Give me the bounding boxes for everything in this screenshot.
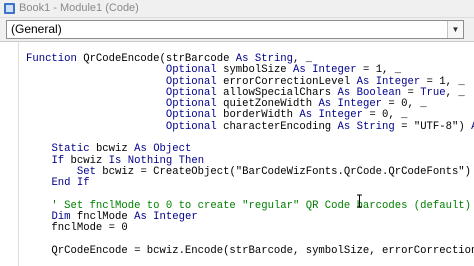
- code-text-segment: fnclMode: [70, 211, 135, 224]
- code-keyword: Set: [76, 165, 96, 178]
- window-titlebar: Book1 - Module1 (Code): [0, 0, 474, 18]
- code-keyword: Integer: [153, 211, 198, 224]
- code-keyword: As: [337, 120, 351, 133]
- code-keyword: Integer: [312, 64, 357, 77]
- code-keyword: End: [51, 177, 71, 190]
- code-keyword: Boolean: [356, 86, 402, 99]
- code-text-segment: =: [401, 86, 421, 99]
- code-keyword: String: [356, 120, 395, 133]
- code-keyword: If: [51, 154, 65, 167]
- code-keyword: Optional: [165, 98, 217, 111]
- code-text-segment: , _: [445, 86, 465, 99]
- code-text-segment: = 0, _: [362, 109, 408, 122]
- code-text-segment: [26, 87, 166, 99]
- code-keyword: Nothing: [127, 154, 173, 167]
- code-line[interactable]: fnclMode = 0: [26, 223, 474, 234]
- code-comment: ' Set fnclMode to 0 to create "regular" …: [26, 199, 472, 212]
- code-text-segment: [26, 64, 166, 76]
- code-text-segment: fnclMode = 0: [26, 222, 128, 235]
- object-combobox-value: (General): [11, 22, 62, 36]
- code-text-segment: quietZoneWidth: [216, 98, 319, 111]
- code-text-segment: allowSpecialChars: [216, 86, 338, 99]
- code-keyword: As: [134, 211, 147, 224]
- code-keyword: Integer: [337, 98, 383, 111]
- code-keyword: True: [420, 86, 446, 99]
- code-text-segment: = 1, _: [420, 75, 465, 88]
- code-text-segment: [26, 121, 166, 133]
- code-keyword: Optional: [165, 75, 217, 88]
- code-line[interactable]: QrCodeEncode = bcwiz.Encode(strBarcode, …: [26, 245, 474, 258]
- code-keyword: As: [293, 64, 306, 77]
- code-text-segment: [26, 76, 166, 88]
- code-keyword: As: [134, 143, 147, 156]
- code-text-segment: [26, 155, 51, 167]
- code-editor[interactable]: Function QrCodeEncode(strBarcode As Stri…: [0, 42, 474, 266]
- code-text[interactable]: Function QrCodeEncode(strBarcode As Stri…: [26, 53, 474, 258]
- code-text-segment: [26, 166, 77, 178]
- code-keyword: Dim: [51, 211, 71, 224]
- code-text-segment: = 1, _: [356, 64, 402, 77]
- code-keyword: Is: [108, 154, 122, 167]
- code-keyword: As: [299, 109, 313, 122]
- code-keyword: As: [235, 53, 249, 65]
- object-combobox[interactable]: (General) ▼: [6, 20, 464, 39]
- code-keyword: Static: [51, 143, 90, 156]
- window-title: Book1 - Module1 (Code): [19, 2, 139, 14]
- code-line[interactable]: End If: [26, 178, 474, 189]
- code-keyword: If: [76, 177, 90, 190]
- code-text-segment: [26, 109, 166, 121]
- code-text-segment: bcwiz = CreateObject("BarCodeWizFonts.Qr…: [95, 165, 472, 178]
- code-text-segment: borderWidth: [216, 109, 300, 122]
- code-keyword: Optional: [165, 64, 217, 77]
- code-window-toolbar: (General) ▼: [0, 18, 474, 42]
- code-text-segment: [26, 177, 51, 189]
- code-text-segment: , _: [293, 53, 313, 65]
- code-text-segment: [26, 98, 166, 110]
- code-keyword: Optional: [165, 109, 217, 122]
- code-keyword: Function: [26, 53, 77, 65]
- code-keyword: As: [318, 98, 332, 111]
- code-line[interactable]: Optional characterEncoding As String = "…: [26, 120, 474, 133]
- code-text-segment: [26, 143, 51, 155]
- code-keyword: Object: [153, 143, 192, 156]
- chevron-down-icon[interactable]: ▼: [447, 21, 463, 38]
- vba-module-icon: [4, 3, 15, 14]
- code-text-segment: QrCodeEncode = bcwiz.Encode(strBarcode, …: [51, 245, 474, 258]
- code-text-segment: characterEncoding: [216, 120, 338, 133]
- code-line[interactable]: Set bcwiz = CreateObject("BarCodeWizFont…: [26, 165, 474, 178]
- code-keyword: Optional: [165, 86, 217, 99]
- code-text-segment: = "UTF-8"): [394, 120, 472, 133]
- code-text-segment: = 0, _: [382, 98, 427, 111]
- code-keyword: As: [356, 75, 370, 88]
- code-text-segment: bcwiz: [64, 154, 109, 167]
- code-keyword: As: [337, 86, 351, 99]
- code-keyword: Then: [178, 154, 205, 167]
- margin-indicator-bar[interactable]: [0, 42, 19, 266]
- code-keyword: Integer: [375, 75, 421, 88]
- ibeam-cursor-icon: [357, 194, 362, 208]
- code-text-segment: errorCorrectionLevel: [216, 75, 357, 88]
- code-text-segment: bcwiz: [89, 143, 135, 156]
- code-keyword: Integer: [318, 109, 363, 122]
- code-text-segment: symbolSize: [216, 64, 294, 77]
- code-keyword: String: [254, 53, 294, 65]
- code-text-segment: [26, 211, 51, 223]
- code-keyword: Optional: [165, 120, 217, 133]
- code-text-segment: QrCodeEncode(strBarcode: [76, 53, 236, 65]
